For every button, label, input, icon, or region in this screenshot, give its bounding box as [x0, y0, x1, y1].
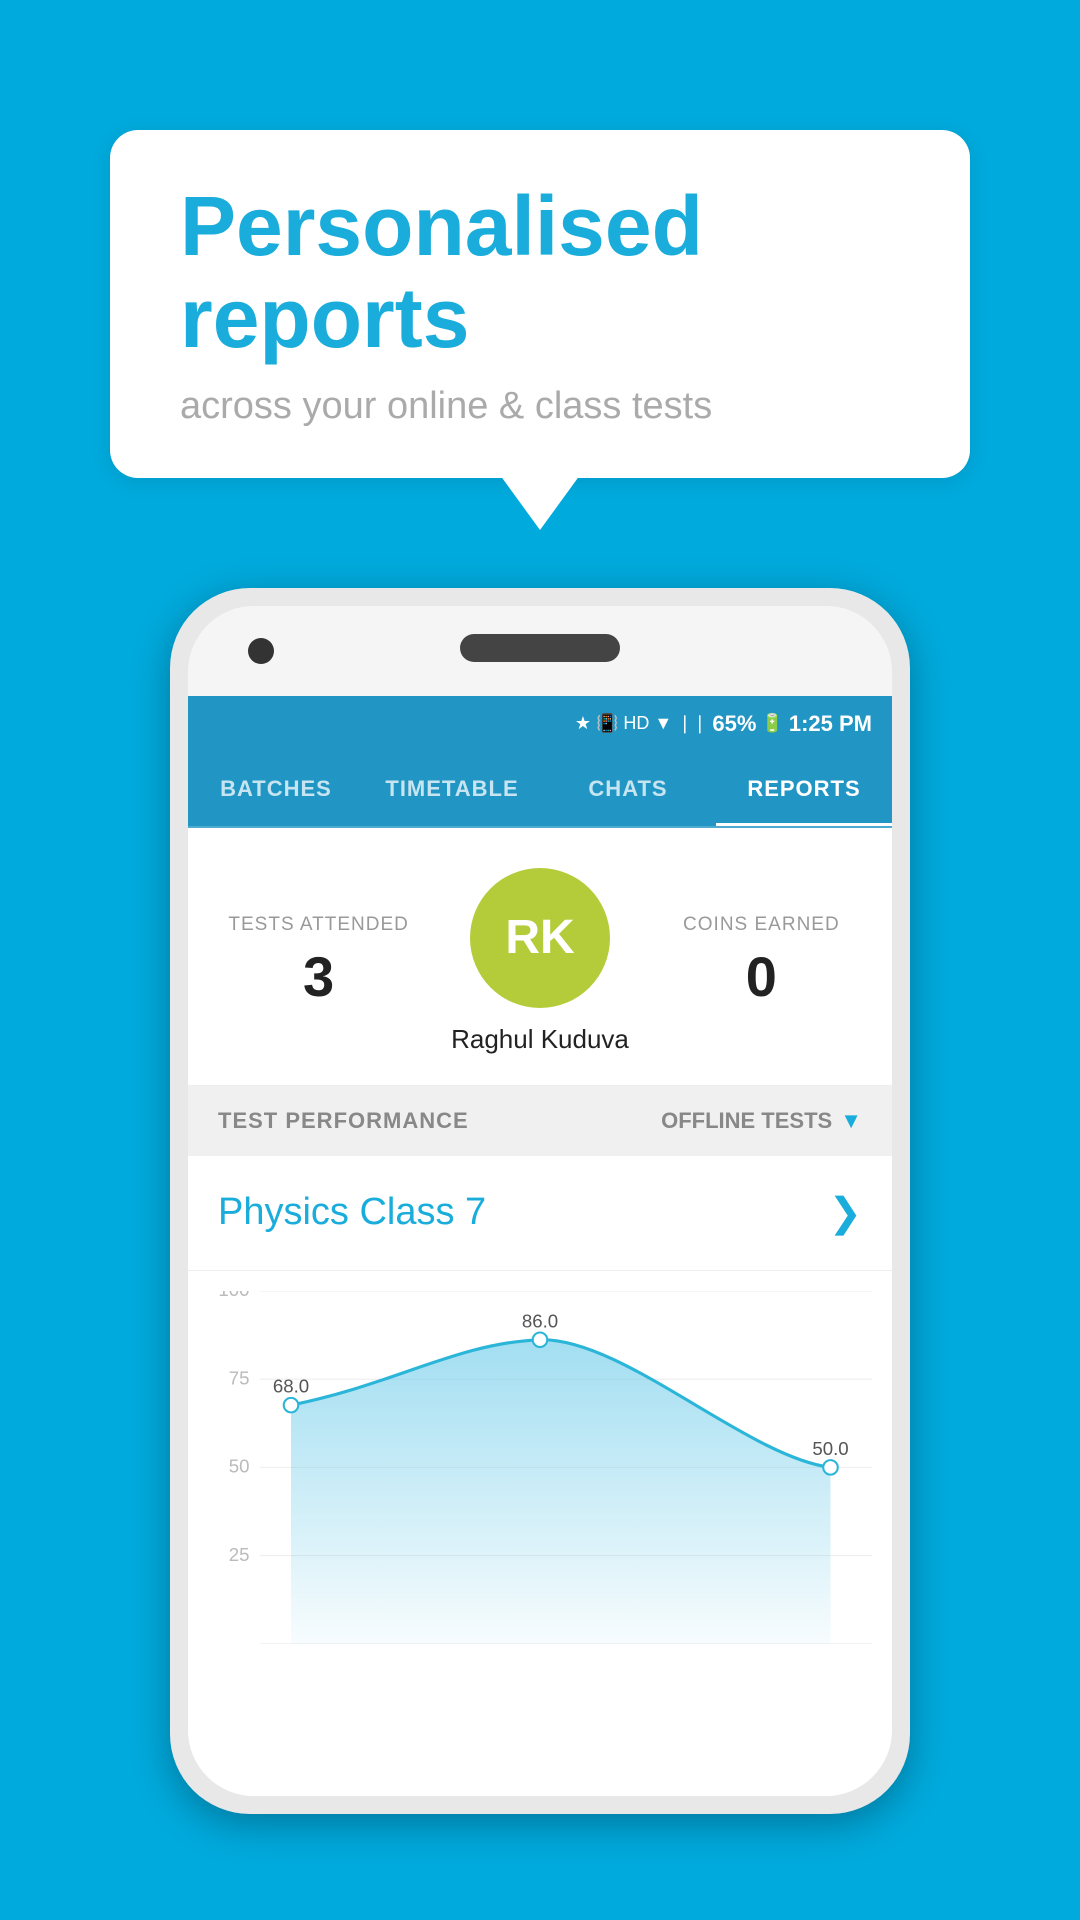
tab-chats[interactable]: CHATS	[540, 752, 716, 826]
vibrate-icon: 📳	[596, 713, 618, 734]
svg-text:68.0: 68.0	[273, 1375, 309, 1396]
tab-timetable[interactable]: TIMETABLE	[364, 752, 540, 826]
avatar: RK	[470, 868, 610, 1008]
tests-attended-block: TESTS ATTENDED 3	[218, 914, 419, 1009]
tab-reports[interactable]: REPORTS	[716, 752, 892, 826]
phone-top-bar	[188, 606, 892, 696]
performance-chart: 100 75 50 25	[208, 1291, 872, 1644]
signal-icon: ❘❘	[677, 713, 707, 734]
class-name: Physics Class 7	[218, 1191, 486, 1234]
class-row[interactable]: Physics Class 7 ❯	[188, 1156, 892, 1271]
chart-fill	[291, 1340, 831, 1644]
bubble-subtitle: across your online & class tests	[180, 385, 900, 428]
phone-mockup: ★ 📳 HD ▼ ❘❘ 65% 🔋 1:25 PM BATCHES	[170, 588, 910, 1814]
tab-batches[interactable]: BATCHES	[188, 752, 364, 826]
test-performance-header: TEST PERFORMANCE OFFLINE TESTS ▼	[188, 1086, 892, 1156]
bubble-title: Personalised reports	[180, 180, 900, 365]
svg-text:100: 100	[218, 1291, 249, 1300]
chart-point-3	[823, 1460, 838, 1475]
coins-earned-value: 0	[661, 944, 862, 1009]
earpiece	[460, 634, 620, 662]
phone-bezel: ★ 📳 HD ▼ ❘❘ 65% 🔋 1:25 PM BATCHES	[188, 606, 892, 1796]
performance-label: TEST PERFORMANCE	[218, 1108, 469, 1134]
chart-area: 100 75 50 25	[188, 1271, 892, 1649]
chevron-down-icon: ▼	[840, 1108, 862, 1134]
status-icons: ★ 📳 HD ▼ ❘❘ 65% 🔋 1:25 PM	[575, 711, 872, 737]
coins-earned-label: COINS EARNED	[661, 914, 862, 936]
chart-point-1	[284, 1398, 299, 1413]
profile-section: TESTS ATTENDED 3 RK Raghul Kuduva COINS …	[188, 828, 892, 1086]
chevron-right-icon: ❯	[828, 1190, 862, 1236]
svg-text:25: 25	[229, 1544, 250, 1565]
wifi-icon: ▼	[654, 713, 672, 734]
time-display: 1:25 PM	[789, 711, 872, 737]
user-name: Raghul Kuduva	[451, 1024, 629, 1055]
svg-text:75: 75	[229, 1367, 250, 1388]
tests-attended-label: TESTS ATTENDED	[218, 914, 419, 936]
speech-bubble: Personalised reports across your online …	[110, 130, 970, 478]
svg-text:50: 50	[229, 1455, 250, 1476]
offline-tests-filter[interactable]: OFFLINE TESTS ▼	[661, 1108, 862, 1134]
svg-text:50.0: 50.0	[812, 1438, 848, 1459]
battery-icon: 🔋	[761, 713, 783, 734]
camera-icon	[248, 638, 274, 664]
avatar-block: RK Raghul Kuduva	[419, 868, 661, 1055]
tests-attended-value: 3	[218, 944, 419, 1009]
coins-earned-block: COINS EARNED 0	[661, 914, 862, 1009]
screen: ★ 📳 HD ▼ ❘❘ 65% 🔋 1:25 PM BATCHES	[188, 696, 892, 1796]
phone-outer: ★ 📳 HD ▼ ❘❘ 65% 🔋 1:25 PM BATCHES	[170, 588, 910, 1814]
chart-point-2	[533, 1332, 548, 1347]
front-sensor	[792, 631, 832, 671]
bluetooth-icon: ★	[575, 713, 591, 734]
svg-text:86.0: 86.0	[522, 1310, 558, 1331]
nav-tabs: BATCHES TIMETABLE CHATS REPORTS	[188, 752, 892, 828]
battery-percent: 65%	[712, 711, 756, 737]
hd-icon: HD	[623, 713, 649, 734]
status-bar: ★ 📳 HD ▼ ❘❘ 65% 🔋 1:25 PM	[188, 696, 892, 752]
